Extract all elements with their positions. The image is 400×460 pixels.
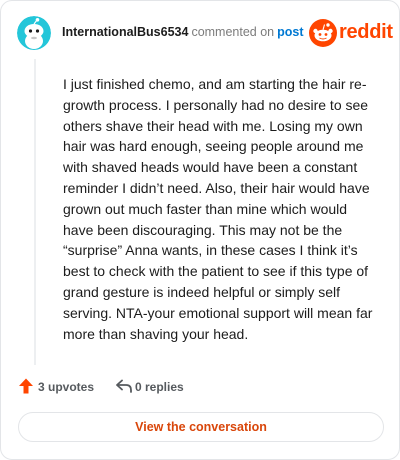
reddit-wordmark: reddit bbox=[339, 21, 393, 43]
upvote-arrow-icon[interactable] bbox=[17, 377, 35, 395]
comment-meta: InternationalBus6534 commented on post bbox=[62, 25, 304, 39]
upvote-count: 3 upvotes bbox=[38, 380, 95, 394]
snoo-avatar-icon[interactable] bbox=[17, 16, 51, 50]
comment-footer: 3 upvotes 0 replies bbox=[17, 376, 385, 398]
comment-header: InternationalBus6534 commented on post red… bbox=[17, 15, 393, 53]
reddit-logo-icon bbox=[309, 19, 337, 47]
reply-count: 0 replies bbox=[135, 380, 184, 394]
thread-line bbox=[34, 59, 36, 365]
reddit-logo[interactable]: reddit bbox=[309, 17, 393, 49]
comment-embed-card: InternationalBus6534 commented on post red… bbox=[0, 0, 400, 460]
comment-body: I just finished chemo, and am starting t… bbox=[63, 76, 373, 342]
action-text: commented on bbox=[191, 25, 275, 39]
view-conversation-button[interactable]: View the conversation bbox=[18, 412, 384, 442]
username-link[interactable]: InternationalBus6534 bbox=[62, 25, 188, 39]
reply-arrow-icon[interactable] bbox=[115, 378, 133, 394]
post-link[interactable]: post bbox=[277, 25, 303, 39]
